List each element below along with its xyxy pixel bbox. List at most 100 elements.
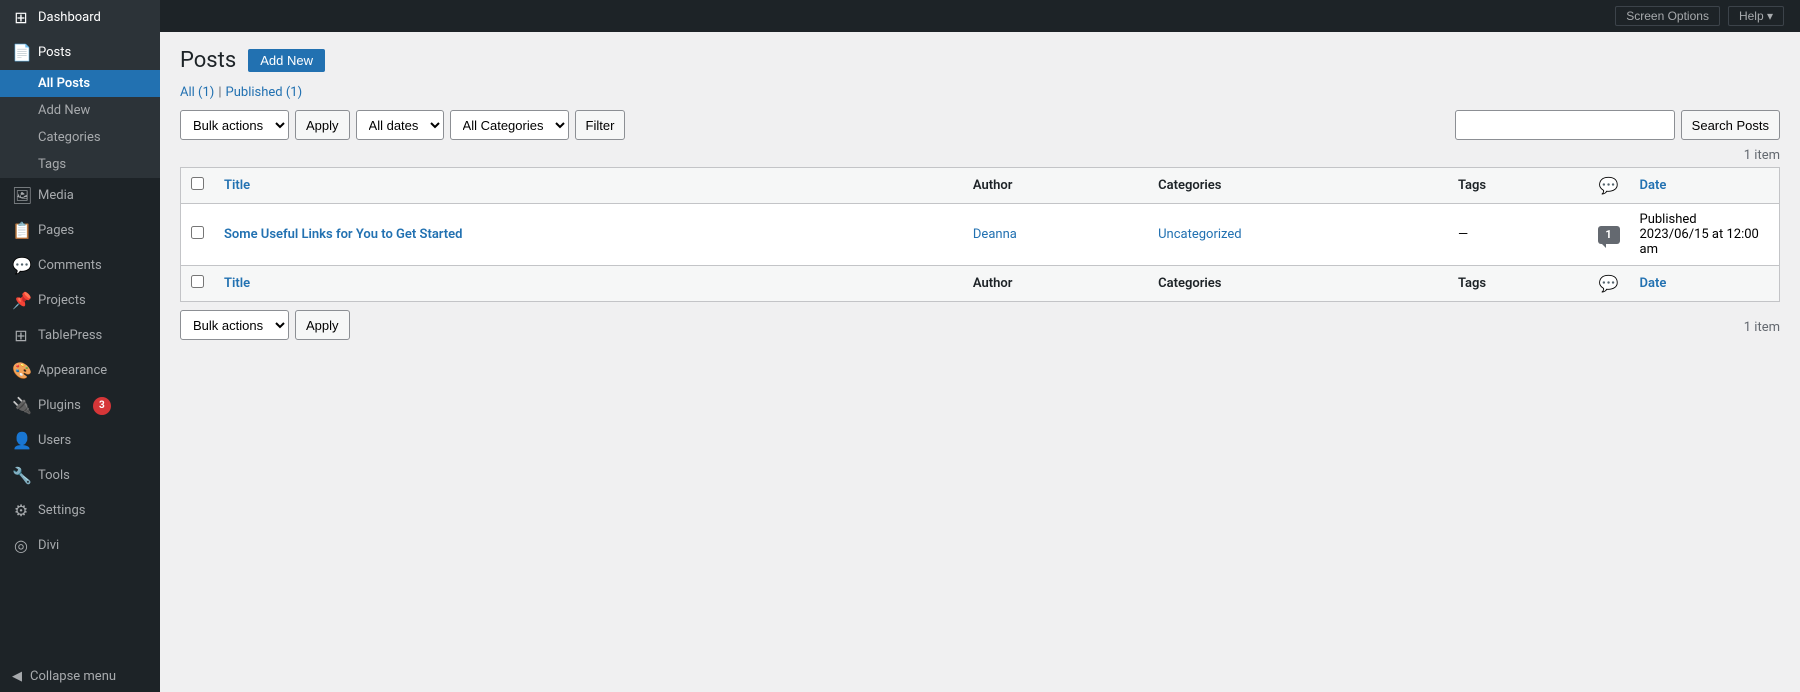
date-sort-link[interactable]: Date <box>1640 178 1667 193</box>
author-link[interactable]: Deanna <box>973 227 1017 242</box>
filter-button[interactable]: Filter <box>575 110 626 140</box>
header-tags: Tags <box>1448 168 1588 204</box>
sidebar-item-dashboard[interactable]: ⊞ Dashboard <box>0 0 160 35</box>
sidebar-item-label: Dashboard <box>38 10 101 25</box>
bulk-actions-select-top[interactable]: Bulk actions <box>180 110 289 140</box>
row-title-col: Some Useful Links for You to Get Started <box>214 204 963 266</box>
categories-label: Categories <box>38 130 101 145</box>
posts-submenu: All Posts Add New Categories Tags <box>0 70 160 178</box>
posts-table: Title Author Categories Tags 💬 Date <box>180 167 1780 302</box>
sidebar-item-settings[interactable]: ⚙ Settings <box>0 493 160 528</box>
header-date: Date <box>1630 168 1780 204</box>
help-button[interactable]: Help ▾ <box>1728 6 1784 26</box>
dashboard-icon: ⊞ <box>12 8 30 27</box>
sidebar-item-label: Tools <box>38 468 70 483</box>
comments-header-icon: 💬 <box>1599 176 1619 195</box>
toolbar-top: Bulk actions Apply All dates All Categor… <box>180 110 1780 140</box>
toolbar-bottom: Bulk actions Apply 1 item <box>180 310 1780 340</box>
row-date-col: Published 2023/06/15 at 12:00 am <box>1630 204 1780 266</box>
appearance-icon: 🎨 <box>12 361 30 380</box>
header-categories: Categories <box>1148 168 1448 204</box>
title-sort-link[interactable]: Title <box>224 178 250 193</box>
row-comments-col: 1 <box>1588 204 1630 266</box>
topbar: Screen Options Help ▾ <box>160 0 1800 32</box>
sidebar-item-projects[interactable]: 📌 Projects <box>0 283 160 318</box>
sidebar-item-appearance[interactable]: 🎨 Appearance <box>0 353 160 388</box>
posts-icon: 📄 <box>12 43 30 62</box>
submenu-categories[interactable]: Categories <box>0 124 160 151</box>
comments-bubble-link[interactable]: 1 <box>1598 227 1620 242</box>
sidebar-item-comments[interactable]: 💬 Comments <box>0 248 160 283</box>
submenu-all-posts[interactable]: All Posts <box>0 70 160 97</box>
filter-separator: | <box>218 85 221 100</box>
users-icon: 👤 <box>12 431 30 450</box>
sidebar-item-label: Plugins <box>38 398 81 413</box>
sidebar-item-tools[interactable]: 🔧 Tools <box>0 458 160 493</box>
comments-icon: 💬 <box>12 256 30 275</box>
table-header-row: Title Author Categories Tags 💬 Date <box>181 168 1780 204</box>
dates-filter-select[interactable]: All dates <box>356 110 444 140</box>
add-new-label: Add New <box>38 103 90 118</box>
category-link[interactable]: Uncategorized <box>1158 227 1241 242</box>
header-comments: 💬 <box>1588 168 1630 204</box>
content-area: Posts Add New All (1) | Published (1) Bu… <box>160 32 1800 692</box>
page-title: Posts <box>180 48 236 73</box>
sidebar-item-divi[interactable]: ◎ Divi <box>0 528 160 563</box>
table-row: Some Useful Links for You to Get Started… <box>181 204 1780 266</box>
comment-count-bubble: 1 <box>1598 226 1620 244</box>
filter-links: All (1) | Published (1) <box>180 85 1780 100</box>
sidebar-item-label: Appearance <box>38 363 107 378</box>
sidebar-item-tablepress[interactable]: ⊞ TablePress <box>0 318 160 353</box>
row-categories-col: Uncategorized <box>1148 204 1448 266</box>
collapse-label: Collapse menu <box>30 669 116 684</box>
date-sort-link-footer[interactable]: Date <box>1640 276 1667 291</box>
bulk-actions-select-bottom[interactable]: Bulk actions <box>180 310 289 340</box>
tablepress-icon: ⊞ <box>12 326 30 345</box>
collapse-icon: ◀ <box>12 669 22 684</box>
header-checkbox-col <box>181 168 215 204</box>
footer-categories: Categories <box>1148 266 1448 302</box>
sidebar-item-label: Settings <box>38 503 85 518</box>
select-all-checkbox[interactable] <box>191 177 204 190</box>
pages-icon: 📋 <box>12 221 30 240</box>
apply-button-bottom[interactable]: Apply <box>295 310 350 340</box>
submenu-tags[interactable]: Tags <box>0 151 160 178</box>
sidebar-item-label: Media <box>38 188 74 203</box>
sidebar-item-pages[interactable]: 📋 Pages <box>0 213 160 248</box>
all-posts-label: All Posts <box>38 76 90 91</box>
filter-all-link[interactable]: All (1) <box>180 85 214 100</box>
sidebar-item-label: Divi <box>38 538 59 553</box>
add-new-button[interactable]: Add New <box>248 49 325 72</box>
post-title-link[interactable]: Some Useful Links for You to Get Started <box>224 227 462 242</box>
row-checkbox[interactable] <box>191 226 204 239</box>
main-content: Screen Options Help ▾ Posts Add New All … <box>160 0 1800 692</box>
plugins-badge: 3 <box>93 397 111 415</box>
header-title: Title <box>214 168 963 204</box>
search-area: Search Posts <box>1455 110 1780 140</box>
table-header: Title Author Categories Tags 💬 Date <box>181 168 1780 204</box>
submenu-add-new[interactable]: Add New <box>0 97 160 124</box>
sidebar-item-users[interactable]: 👤 Users <box>0 423 160 458</box>
sidebar: ⊞ Dashboard 📄 Posts All Posts Add New Ca… <box>0 0 160 692</box>
sidebar-item-label: Posts <box>38 45 71 60</box>
sidebar-item-media[interactable]: 🖼 Media <box>0 178 160 213</box>
title-sort-link-footer[interactable]: Title <box>224 276 250 291</box>
categories-filter-select[interactable]: All Categories <box>450 110 569 140</box>
select-all-checkbox-footer[interactable] <box>191 275 204 288</box>
footer-checkbox-col <box>181 266 215 302</box>
apply-button-top[interactable]: Apply <box>295 110 350 140</box>
date-label: Published <box>1640 212 1697 227</box>
sidebar-item-posts[interactable]: 📄 Posts <box>0 35 160 70</box>
sidebar-item-label: Pages <box>38 223 74 238</box>
filter-published-link[interactable]: Published (1) <box>226 85 303 100</box>
table-body: Some Useful Links for You to Get Started… <box>181 204 1780 302</box>
footer-title: Title <box>214 266 963 302</box>
screen-options-button[interactable]: Screen Options <box>1615 6 1720 26</box>
header-author: Author <box>963 168 1148 204</box>
collapse-menu[interactable]: ◀ Collapse menu <box>0 661 160 692</box>
sidebar-item-label: Comments <box>38 258 102 273</box>
search-input[interactable] <box>1455 110 1675 140</box>
search-posts-button[interactable]: Search Posts <box>1681 110 1780 140</box>
page-header: Posts Add New <box>180 48 1780 73</box>
sidebar-item-plugins[interactable]: 🔌 Plugins 3 <box>0 388 160 423</box>
